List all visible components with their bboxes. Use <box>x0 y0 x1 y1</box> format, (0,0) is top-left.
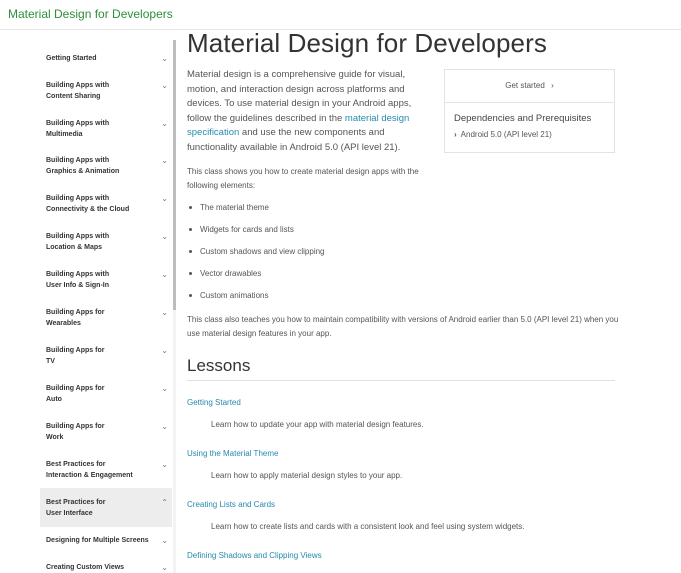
sidebar-item-label: Building Apps with <box>46 195 110 202</box>
sidebar-scrollbar-thumb[interactable] <box>173 40 176 310</box>
sidebar-item-getting-started[interactable]: Getting Started ⌄ <box>40 53 172 64</box>
page-title: Material Design for Developers <box>187 28 547 58</box>
chevron-down-icon: ⌄ <box>161 81 168 90</box>
chevron-down-icon: ⌄ <box>161 232 168 241</box>
lesson-link-material-theme[interactable]: Using the Material Theme <box>187 449 278 458</box>
sidebar-item-tv[interactable]: Building Apps for TV ⌄ <box>40 345 172 367</box>
get-started-button[interactable]: Get started › <box>445 70 614 103</box>
divider <box>187 380 615 381</box>
site-title[interactable]: Material Design for Developers <box>8 7 173 21</box>
sidebar-item-label: Building Apps with <box>46 233 110 240</box>
chevron-down-icon: ⌄ <box>161 346 168 355</box>
sidebar-item-label: Building Apps with <box>46 120 110 127</box>
sidebar-item-label: Building Apps with <box>46 271 110 278</box>
sidebar-item-interaction-engagement[interactable]: Best Practices for Interaction & Engagem… <box>40 459 172 481</box>
sidebar-item-label: Designing for Multiple Screens <box>46 537 149 544</box>
sidebar-item-wearables[interactable]: Building Apps for Wearables ⌄ <box>40 307 172 329</box>
list-item: Custom shadows and view clipping <box>189 247 325 256</box>
sidebar-item-label: User Interface <box>46 510 93 517</box>
bullet-icon <box>189 250 192 254</box>
list-item-text: Custom animations <box>200 291 269 300</box>
sidebar-item-label: Building Apps for <box>46 385 105 392</box>
sidebar-item-label: Content Sharing <box>46 93 101 100</box>
intro-paragraph: Material design is a comprehensive guide… <box>187 68 432 155</box>
compatibility-paragraph: This class also teaches you how to maint… <box>187 315 619 338</box>
chevron-down-icon: ⌄ <box>161 422 168 431</box>
sidebar-item-custom-views[interactable]: Creating Custom Views ⌄ <box>40 562 172 573</box>
sidebar-item-label: Connectivity & the Cloud <box>46 206 130 213</box>
lesson-description: Learn how to apply material design style… <box>211 471 403 480</box>
sidebar-item-label: Wearables <box>46 320 81 327</box>
lesson-link-getting-started[interactable]: Getting Started <box>187 398 241 407</box>
get-started-label: Get started <box>505 81 545 90</box>
chevron-down-icon: ⌄ <box>161 460 168 469</box>
sidebar-item-label: Work <box>46 434 64 441</box>
chevron-down-icon: ⌄ <box>161 119 168 128</box>
bullet-icon <box>189 294 192 298</box>
sidebar-item-location-maps[interactable]: Building Apps with Location & Maps ⌄ <box>40 231 172 253</box>
chevron-down-icon: ⌄ <box>161 156 168 165</box>
sidebar-item-label: Building Apps for <box>46 423 105 430</box>
list-item-text: Vector drawables <box>200 269 262 278</box>
sidebar-item-label: Best Practices for <box>46 499 106 506</box>
sidebar-item-label: Creating Custom Views <box>46 564 125 571</box>
chevron-down-icon: ⌄ <box>161 308 168 317</box>
dependency-item[interactable]: › Android 5.0 (API level 21) <box>454 130 552 139</box>
sidebar-item-label: Multimedia <box>46 131 83 138</box>
sidebar-item-user-info[interactable]: Building Apps with User Info & Sign-In ⌄ <box>40 269 172 291</box>
sidebar-item-graphics-animation[interactable]: Building Apps with Graphics & Animation … <box>40 155 172 177</box>
list-item: Widgets for cards and lists <box>189 225 294 234</box>
top-bar: Material Design for Developers <box>0 0 681 30</box>
list-item: Custom animations <box>189 291 268 300</box>
lesson-description: Learn how to create lists and cards with… <box>211 522 525 531</box>
chevron-down-icon: ⌄ <box>161 563 168 572</box>
sidebar-item-label: Building Apps with <box>46 82 110 89</box>
elements-intro: This class shows you how to create mater… <box>187 167 419 190</box>
chevron-up-icon: ⌃ <box>161 498 168 507</box>
get-started-card: Get started › Dependencies and Prerequis… <box>444 69 615 153</box>
chevron-down-icon: ⌄ <box>161 194 168 203</box>
sidebar-item-label: Auto <box>46 396 62 403</box>
bullet-icon <box>189 272 192 276</box>
chevron-down-icon: ⌄ <box>161 384 168 393</box>
list-item-text: The material theme <box>200 203 269 212</box>
sidebar-item-label: Building Apps for <box>46 309 105 316</box>
lesson-link-lists-cards[interactable]: Creating Lists and Cards <box>187 500 275 509</box>
lesson-description: Learn how to update your app with materi… <box>211 420 424 429</box>
list-item: Vector drawables <box>189 269 261 278</box>
lessons-heading: Lessons <box>187 356 251 375</box>
chevron-down-icon: ⌄ <box>161 270 168 279</box>
sidebar-item-label: Getting Started <box>46 55 97 62</box>
chevron-down-icon: ⌄ <box>161 54 168 63</box>
dependencies-heading: Dependencies and Prerequisites <box>454 113 592 124</box>
sidebar-item-auto[interactable]: Building Apps for Auto ⌄ <box>40 383 172 405</box>
dependency-label: Android 5.0 (API level 21) <box>460 130 552 139</box>
sidebar-item-work[interactable]: Building Apps for Work ⌄ <box>40 421 172 443</box>
list-item-text: Custom shadows and view clipping <box>200 247 325 256</box>
chevron-right-icon: › <box>454 130 457 139</box>
list-item: The material theme <box>189 203 269 212</box>
sidebar-item-user-interface[interactable]: Best Practices for User Interface ⌃ <box>40 488 172 527</box>
chevron-down-icon: ⌄ <box>161 536 168 545</box>
list-item-text: Widgets for cards and lists <box>200 225 294 234</box>
sidebar-item-label: Interaction & Engagement <box>46 472 133 479</box>
sidebar-item-content-sharing[interactable]: Building Apps with Content Sharing ⌄ <box>40 80 172 102</box>
sidebar-item-label: Building Apps for <box>46 347 105 354</box>
sidebar-item-label: User Info & Sign-In <box>46 282 109 289</box>
sidebar-item-label: Building Apps with <box>46 157 110 164</box>
sidebar-item-label: Graphics & Animation <box>46 168 120 175</box>
chevron-right-icon: › <box>551 81 554 90</box>
sidebar-item-label: TV <box>46 358 55 365</box>
sidebar-item-multiple-screens[interactable]: Designing for Multiple Screens ⌄ <box>40 535 172 546</box>
bullet-icon <box>189 228 192 232</box>
sidebar-item-label: Location & Maps <box>46 244 103 251</box>
sidebar-item-label: Best Practices for <box>46 461 106 468</box>
bullet-icon <box>189 206 192 210</box>
lesson-link-shadows-clipping[interactable]: Defining Shadows and Clipping Views <box>187 551 322 560</box>
sidebar-item-connectivity[interactable]: Building Apps with Connectivity & the Cl… <box>40 193 172 215</box>
sidebar-nav: Getting Started ⌄ Building Apps with Con… <box>40 40 172 573</box>
sidebar-item-multimedia[interactable]: Building Apps with Multimedia ⌄ <box>40 118 172 140</box>
